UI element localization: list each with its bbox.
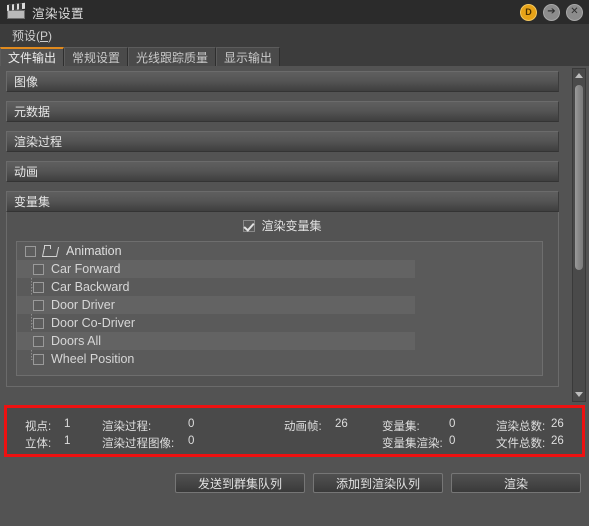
tab-file-output[interactable]: 文件输出 xyxy=(0,47,65,66)
stat-total-renders-value: 26 xyxy=(551,418,564,430)
section-header-image[interactable]: 图像 xyxy=(6,71,559,92)
tree-label-wheel-position: Wheel Position xyxy=(51,352,135,366)
render-variant-sets-label: 渲染变量集 xyxy=(261,219,322,233)
vertical-scrollbar[interactable] xyxy=(572,68,586,402)
section-header-animation-label: 动画 xyxy=(14,165,39,179)
section-header-image-label: 图像 xyxy=(14,75,39,89)
stat-variant-set-render-value: 0 xyxy=(449,435,456,447)
scroll-up-arrow[interactable] xyxy=(573,69,585,82)
tree-checkbox-car-forward[interactable] xyxy=(33,263,44,275)
tab-raytracing-quality[interactable]: 光线跟踪质量 xyxy=(128,47,217,66)
stat-render-pass-image-label: 渲染过程图像: xyxy=(102,438,175,450)
title-bar: 渲染设置 D ➔ ✕ xyxy=(0,0,589,24)
scrollbar-thumb[interactable] xyxy=(575,85,583,270)
tab-file-output-label: 文件输出 xyxy=(8,51,57,65)
tree-row-item[interactable]: Doors All xyxy=(17,332,542,350)
settings-content: 图像 元数据 渲染过程 动画 变量集 渲染变量集 Animation Car F… xyxy=(0,66,589,404)
add-to-render-queue-label: 添加到渲染队列 xyxy=(335,476,420,491)
tree-label-door-driver: Door Driver xyxy=(51,298,115,312)
tree-row-root[interactable]: Animation xyxy=(17,242,542,260)
render-variant-sets-checkbox[interactable] xyxy=(243,219,256,232)
detach-icon[interactable]: ➔ xyxy=(543,3,560,21)
section-header-render-passes[interactable]: 渲染过程 xyxy=(6,131,559,152)
stat-animation-frames-value: 26 xyxy=(335,418,348,430)
stat-total-files-label: 文件总数: xyxy=(496,438,546,450)
scroll-down-arrow[interactable] xyxy=(573,388,585,401)
tree-checkbox-wheel-position[interactable] xyxy=(33,353,44,365)
stat-variant-set-render-label: 变量集渲染: xyxy=(382,438,443,450)
section-header-render-passes-label: 渲染过程 xyxy=(14,135,63,149)
menu-item-preset-label-post: ) xyxy=(48,29,53,43)
tree-checkbox-door-driver[interactable] xyxy=(33,299,44,311)
menu-item-preset-mnemonic: P xyxy=(40,29,49,43)
section-header-variant-sets-label: 变量集 xyxy=(14,195,51,209)
stat-stereo-value: 1 xyxy=(64,435,71,447)
stat-render-pass-image-value: 0 xyxy=(188,435,195,447)
tree-row-item[interactable]: Car Forward xyxy=(17,260,542,278)
variant-sets-panel: 渲染变量集 Animation Car Forward Car Backward… xyxy=(6,212,559,387)
stat-total-renders-label: 渲染总数: xyxy=(496,421,546,433)
tree-row-item[interactable]: Door Driver xyxy=(17,296,542,314)
tree-label-car-backward: Car Backward xyxy=(51,280,130,294)
send-to-cluster-queue-label: 发送到群集队列 xyxy=(197,476,282,491)
tree-label-doors-all: Doors All xyxy=(51,334,102,348)
folder-open-icon xyxy=(41,245,60,257)
stat-total-files-value: 26 xyxy=(551,435,564,447)
stat-stereo-label: 立体: xyxy=(25,438,52,450)
stat-render-pass-label: 渲染过程: xyxy=(102,421,152,433)
add-to-render-queue-button[interactable]: 添加到渲染队列 xyxy=(313,473,443,493)
tree-label-car-forward: Car Forward xyxy=(51,262,121,276)
stat-variant-set-value: 0 xyxy=(449,418,456,430)
menu-item-preset-label-pre: 预设( xyxy=(12,29,40,43)
tree-row-item[interactable]: Door Co-Driver xyxy=(17,314,542,332)
menu-bar: 预设(P) xyxy=(0,24,589,47)
tab-bar: 文件输出 常规设置 光线跟踪质量 显示输出 xyxy=(0,47,589,66)
section-header-metadata-label: 元数据 xyxy=(14,105,51,119)
stat-viewpoint-label: 视点: xyxy=(25,421,52,433)
footer: 发送到群集队列 添加到渲染队列 渲染 xyxy=(0,465,589,526)
statistics-panel: 视点: 1 立体: 1 渲染过程: 0 渲染过程图像: 0 动画帧: 26 变量… xyxy=(4,405,585,457)
film-slate-icon xyxy=(7,2,25,19)
render-button[interactable]: 渲染 xyxy=(451,473,581,493)
tree-checkbox-car-backward[interactable] xyxy=(33,281,44,293)
menu-item-preset[interactable]: 预设(P) xyxy=(8,25,56,46)
tree-label-door-codriver: Door Co-Driver xyxy=(51,316,136,330)
render-button-label: 渲染 xyxy=(503,476,528,491)
stat-render-pass-value: 0 xyxy=(188,418,195,430)
tab-display-output[interactable]: 显示输出 xyxy=(216,47,281,66)
tab-raytracing-quality-label: 光线跟踪质量 xyxy=(136,50,209,65)
title-bar-buttons: D ➔ ✕ xyxy=(520,3,583,21)
settings-scroll-region: 图像 元数据 渲染过程 动画 变量集 渲染变量集 Animation Car F… xyxy=(6,71,559,401)
tree-checkbox-door-codriver[interactable] xyxy=(33,317,44,329)
section-header-animation[interactable]: 动画 xyxy=(6,161,559,182)
window-title: 渲染设置 xyxy=(32,6,85,21)
stat-animation-frames-label: 动画帧: xyxy=(284,421,322,433)
tree-label-animation: Animation xyxy=(66,244,122,258)
send-to-cluster-queue-button[interactable]: 发送到群集队列 xyxy=(175,473,305,493)
tab-display-output-label: 显示输出 xyxy=(224,50,273,65)
section-header-variant-sets[interactable]: 变量集 xyxy=(6,191,559,212)
stat-viewpoint-value: 1 xyxy=(64,418,71,430)
stat-variant-set-label: 变量集: xyxy=(382,421,420,433)
tab-general-settings-label: 常规设置 xyxy=(72,50,121,65)
default-badge-icon[interactable]: D xyxy=(520,3,537,21)
tree-checkbox-animation[interactable] xyxy=(25,245,36,257)
tree-checkbox-doors-all[interactable] xyxy=(33,335,44,347)
tab-general-settings[interactable]: 常规设置 xyxy=(64,47,129,66)
tree-row-item[interactable]: Wheel Position xyxy=(17,350,542,368)
variant-sets-tree[interactable]: Animation Car Forward Car Backward Door … xyxy=(16,241,543,376)
section-header-metadata[interactable]: 元数据 xyxy=(6,101,559,122)
render-settings-window: 渲染设置 D ➔ ✕ 预设(P) 文件输出 常规设置 光线跟踪质量 显示输出 图… xyxy=(0,0,589,526)
tree-row-item[interactable]: Car Backward xyxy=(17,278,542,296)
close-icon[interactable]: ✕ xyxy=(566,3,583,21)
render-variant-sets-row[interactable]: 渲染变量集 xyxy=(7,212,558,239)
